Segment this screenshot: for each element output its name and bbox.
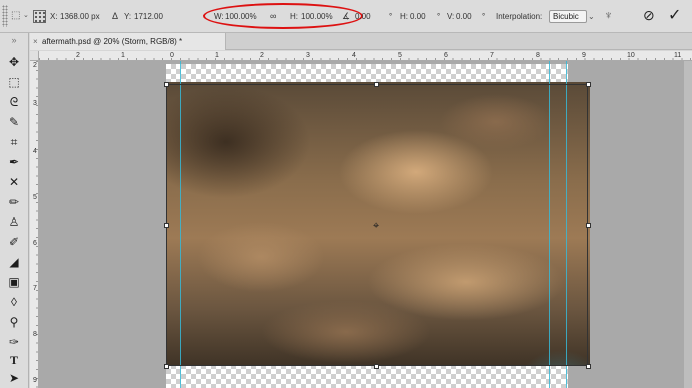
degree-symbol: ° bbox=[389, 12, 393, 21]
ruler-number: 5 bbox=[398, 52, 402, 59]
skew-v-field[interactable]: 0.00 bbox=[456, 12, 472, 22]
ruler-number: 2 bbox=[260, 52, 264, 59]
transform-handle-top[interactable] bbox=[374, 82, 379, 87]
panel-grip-icon[interactable] bbox=[2, 5, 8, 27]
ruler-number: 7 bbox=[490, 52, 494, 59]
ruler-number: 4 bbox=[352, 52, 356, 59]
history-brush-tool-icon[interactable]: ✐ bbox=[4, 233, 24, 251]
ruler-number: 9 bbox=[582, 52, 586, 59]
interpolation-label: Interpolation: bbox=[496, 12, 543, 21]
tool-preset-icon[interactable]: ⬚ bbox=[11, 10, 20, 21]
ruler-number: 4 bbox=[33, 148, 37, 155]
ruler-number: 8 bbox=[536, 52, 540, 59]
ruler-number: 6 bbox=[33, 240, 37, 247]
ruler-number: 10 bbox=[627, 52, 635, 59]
transform-handle-top-left[interactable] bbox=[164, 82, 169, 87]
ruler-number: 3 bbox=[306, 52, 310, 59]
reference-point-icon[interactable] bbox=[33, 10, 46, 23]
reference-point-crosshair-icon[interactable]: ⌖ bbox=[373, 221, 379, 232]
crop-tool-icon[interactable]: ⌗ bbox=[4, 133, 24, 151]
x-position-field[interactable]: 1368.00 px bbox=[60, 12, 100, 22]
ruler-origin[interactable] bbox=[30, 51, 39, 61]
ruler-number: 2 bbox=[76, 52, 80, 59]
ruler-number: 7 bbox=[33, 285, 37, 292]
angle-icon: ∡ bbox=[342, 11, 351, 21]
degree-symbol-2: ° bbox=[437, 12, 441, 21]
y-position-field[interactable]: 1712.00 bbox=[134, 12, 163, 22]
ruler-number: 9 bbox=[33, 377, 37, 384]
move-tool-icon[interactable]: ✥ bbox=[4, 53, 24, 71]
eyedropper-tool-icon[interactable]: ✒ bbox=[4, 153, 24, 171]
chevron-down-icon[interactable]: ⌄ bbox=[588, 12, 595, 21]
delta-icon[interactable]: Δ bbox=[112, 11, 118, 21]
transform-handle-bottom-left[interactable] bbox=[164, 364, 169, 369]
transform-handle-right[interactable] bbox=[586, 223, 591, 228]
ruler-number: 11 bbox=[674, 52, 682, 59]
ruler-number: 0 bbox=[170, 52, 174, 59]
transform-handle-bottom-right[interactable] bbox=[586, 364, 591, 369]
document-tab-title: aftermath.psd @ 20% (Storm, RGB/8) * bbox=[42, 37, 183, 46]
marquee-tool-icon[interactable]: ⬚ bbox=[4, 73, 24, 91]
path-selection-tool-icon[interactable]: ➤ bbox=[4, 369, 24, 387]
y-label: Y: bbox=[124, 12, 132, 21]
ruler-number: 1 bbox=[215, 52, 219, 59]
type-tool-icon[interactable]: T bbox=[4, 351, 24, 369]
interpolation-value: Bicubic bbox=[553, 12, 579, 21]
chevron-down-icon[interactable]: ⌄ bbox=[23, 11, 29, 19]
horizontal-ruler[interactable] bbox=[39, 51, 692, 61]
ruler-number: 2 bbox=[33, 62, 37, 69]
blur-tool-icon[interactable]: ◊ bbox=[4, 293, 24, 311]
document-tab-bar: × aftermath.psd @ 20% (Storm, RGB/8) * bbox=[30, 33, 692, 50]
skew-h-field[interactable]: 0.00 bbox=[410, 12, 426, 22]
warp-icon[interactable]: ♆ bbox=[604, 8, 613, 22]
healing-brush-tool-icon[interactable]: ✕ bbox=[4, 173, 24, 191]
vertical-scrollbar[interactable] bbox=[684, 61, 692, 388]
eraser-tool-icon[interactable]: ◢ bbox=[4, 253, 24, 271]
ruler-number: 3 bbox=[33, 100, 37, 107]
document-tab[interactable]: × aftermath.psd @ 20% (Storm, RGB/8) * bbox=[30, 33, 226, 50]
pen-tool-icon[interactable]: ✑ bbox=[4, 333, 24, 351]
skew-h-label: H: bbox=[400, 12, 408, 21]
brush-tool-icon[interactable]: ✏ bbox=[4, 193, 24, 211]
rotate-field[interactable]: 0.00 bbox=[355, 12, 371, 22]
commit-check-icon[interactable]: ✓ bbox=[668, 5, 681, 25]
vertical-ruler[interactable] bbox=[30, 61, 39, 388]
cancel-icon[interactable]: ⊘ bbox=[643, 7, 655, 24]
skew-v-label: V: bbox=[447, 12, 455, 21]
degree-symbol-3: ° bbox=[482, 12, 486, 21]
gradient-tool-icon[interactable]: ▣ bbox=[4, 273, 24, 291]
ruler-number: 1 bbox=[121, 52, 125, 59]
clone-stamp-tool-icon[interactable]: ♙ bbox=[4, 213, 24, 231]
close-tab-icon[interactable]: × bbox=[33, 33, 38, 50]
dodge-tool-icon[interactable]: ⚲ bbox=[4, 313, 24, 331]
ruler-number: 6 bbox=[444, 52, 448, 59]
interpolation-dropdown[interactable]: Bicubic bbox=[549, 10, 587, 23]
highlight-ellipse bbox=[203, 3, 363, 29]
ruler-number: 8 bbox=[33, 331, 37, 338]
tools-panel: » ✥ ⬚ ᘓ ✎ ⌗ ✒ ✕ ✏ ♙ ✐ ◢ ▣ ◊ ⚲ ✑ T ➤ bbox=[0, 33, 29, 388]
options-bar: ⬚ ⌄ X: 1368.00 px Δ Y: 1712.00 W: 100.00… bbox=[0, 0, 692, 33]
transform-handle-bottom[interactable] bbox=[374, 364, 379, 369]
x-label: X: bbox=[50, 12, 58, 21]
panel-collapse-icon[interactable]: » bbox=[4, 35, 24, 53]
transform-handle-left[interactable] bbox=[164, 223, 169, 228]
lasso-tool-icon[interactable]: ᘓ bbox=[4, 93, 24, 111]
quick-selection-tool-icon[interactable]: ✎ bbox=[4, 113, 24, 131]
ruler-number: 5 bbox=[33, 194, 37, 201]
transform-handle-top-right[interactable] bbox=[586, 82, 591, 87]
